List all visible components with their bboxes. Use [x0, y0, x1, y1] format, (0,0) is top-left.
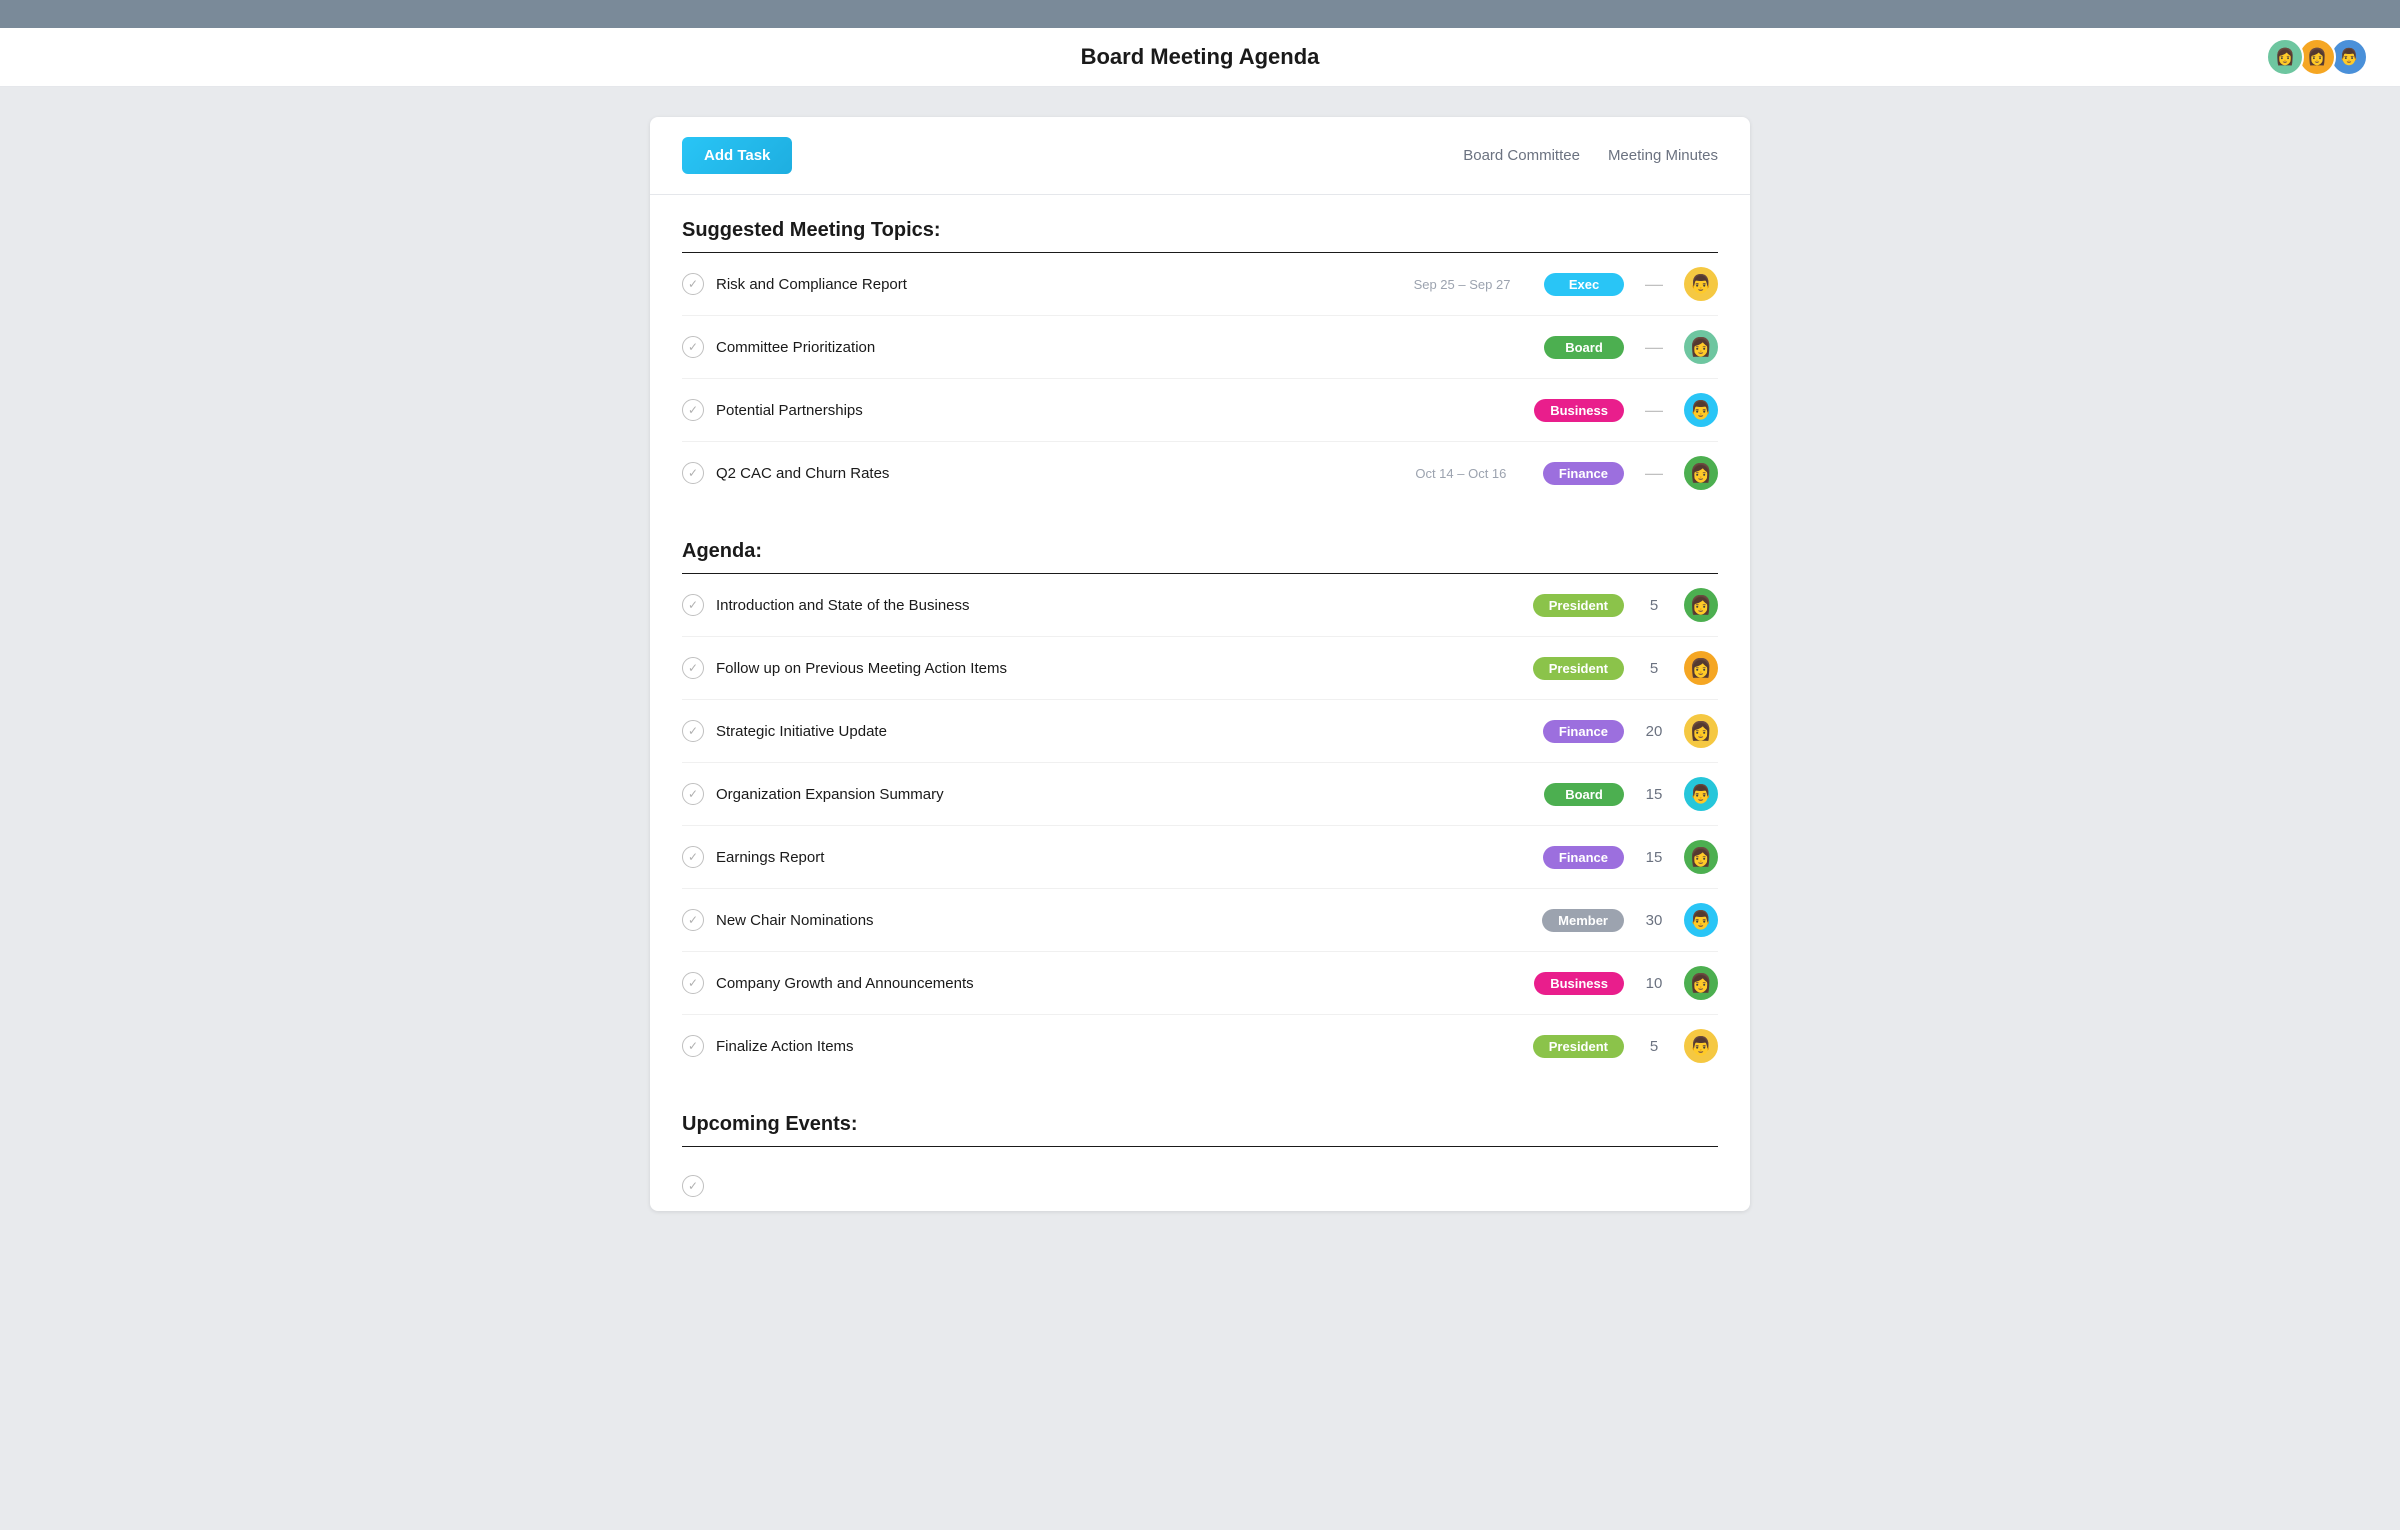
task-name: Risk and Compliance Report	[716, 276, 1380, 293]
task-name: New Chair Nominations	[716, 912, 1378, 929]
task-avatar: 👨	[1684, 1029, 1718, 1063]
task-duration: 15	[1636, 786, 1672, 803]
toolbar-links: Board Committee Meeting Minutes	[1463, 147, 1718, 164]
task-avatar: 👩	[1684, 966, 1718, 1000]
task-name: Company Growth and Announcements	[716, 975, 1370, 992]
agenda-task-row[interactable]: ✓ Finalize Action Items President 5 👨	[682, 1015, 1718, 1077]
task-name: Earnings Report	[716, 849, 1379, 866]
upcoming-section: Upcoming Events: ✓	[650, 1089, 1750, 1211]
suggested-task-row[interactable]: ✓ Committee Prioritization Board — 👩	[682, 316, 1718, 379]
task-avatar: 👩	[1684, 330, 1718, 364]
agenda-task-row[interactable]: ✓ Company Growth and Announcements Busin…	[682, 952, 1718, 1015]
header: Board Meeting Agenda 👩 👩 👨	[0, 28, 2400, 87]
task-tag: Finance	[1543, 462, 1624, 485]
user-avatars: 👩 👩 👨	[2266, 38, 2368, 76]
task-name: Introduction and State of the Business	[716, 597, 1369, 614]
agenda-task-row[interactable]: ✓ Introduction and State of the Business…	[682, 574, 1718, 637]
task-avatar: 👨	[1684, 777, 1718, 811]
task-duration: 5	[1636, 1038, 1672, 1055]
task-tag: President	[1533, 1035, 1624, 1058]
task-check-icon: ✓	[682, 657, 704, 679]
task-check-icon: ✓	[682, 846, 704, 868]
task-check-icon: ✓	[682, 273, 704, 295]
task-dash: —	[1636, 463, 1672, 484]
suggested-task-row[interactable]: ✓ Risk and Compliance Report Sep 25 – Se…	[682, 253, 1718, 316]
avatar-1[interactable]: 👩	[2266, 38, 2304, 76]
task-duration: 10	[1636, 975, 1672, 992]
task-tag: Finance	[1543, 846, 1624, 869]
top-bar	[0, 0, 2400, 28]
task-avatar: 👩	[1684, 588, 1718, 622]
task-dash: —	[1636, 337, 1672, 358]
task-duration: 15	[1636, 849, 1672, 866]
agenda-task-row[interactable]: ✓ Earnings Report Finance 15 👩	[682, 826, 1718, 889]
task-tag: Finance	[1543, 720, 1624, 743]
add-task-button[interactable]: Add Task	[682, 137, 792, 174]
task-check-icon: ✓	[682, 1035, 704, 1057]
task-tag: President	[1533, 594, 1624, 617]
agenda-section-title: Agenda:	[682, 540, 1718, 574]
task-name: Strategic Initiative Update	[716, 723, 1379, 740]
suggested-section: Suggested Meeting Topics:	[650, 195, 1750, 253]
partial-check: ✓	[682, 1175, 704, 1197]
task-avatar: 👨	[1684, 903, 1718, 937]
task-check-icon: ✓	[682, 972, 704, 994]
agenda-task-row[interactable]: ✓ Strategic Initiative Update Finance 20…	[682, 700, 1718, 763]
main-panel: Add Task Board Committee Meeting Minutes…	[650, 117, 1750, 1211]
task-avatar: 👩	[1684, 456, 1718, 490]
task-tag: Exec	[1544, 273, 1624, 296]
task-check-icon: ✓	[682, 462, 704, 484]
task-name: Committee Prioritization	[716, 339, 1380, 356]
task-avatar: 👨	[1684, 267, 1718, 301]
task-check-icon: ✓	[682, 336, 704, 358]
task-name: Finalize Action Items	[716, 1038, 1369, 1055]
task-tag: Business	[1534, 972, 1624, 995]
agenda-task-row[interactable]: ✓ Follow up on Previous Meeting Action I…	[682, 637, 1718, 700]
board-committee-link[interactable]: Board Committee	[1463, 147, 1580, 164]
task-check-icon: ✓	[682, 909, 704, 931]
task-check-icon: ✓	[682, 399, 704, 421]
suggested-task-row[interactable]: ✓ Potential Partnerships Business — 👨	[682, 379, 1718, 442]
task-check-icon: ✓	[682, 720, 704, 742]
task-name: Q2 CAC and Churn Rates	[716, 465, 1379, 482]
task-tag: Board	[1544, 783, 1624, 806]
agenda-section: Agenda:	[650, 516, 1750, 574]
meeting-minutes-link[interactable]: Meeting Minutes	[1608, 147, 1718, 164]
task-duration: 5	[1636, 660, 1672, 677]
agenda-task-row[interactable]: ✓ New Chair Nominations Member 30 👨	[682, 889, 1718, 952]
task-avatar: 👨	[1684, 393, 1718, 427]
task-tag: Business	[1534, 399, 1624, 422]
task-duration: 30	[1636, 912, 1672, 929]
task-date: Sep 25 – Sep 27	[1392, 277, 1532, 292]
agenda-task-row[interactable]: ✓ Organization Expansion Summary Board 1…	[682, 763, 1718, 826]
suggested-task-list: ✓ Risk and Compliance Report Sep 25 – Se…	[650, 253, 1750, 504]
task-avatar: 👩	[1684, 714, 1718, 748]
task-tag: President	[1533, 657, 1624, 680]
task-tag: Board	[1544, 336, 1624, 359]
upcoming-partial: ✓	[682, 1161, 1718, 1211]
task-name: Organization Expansion Summary	[716, 786, 1380, 803]
task-check-icon: ✓	[682, 594, 704, 616]
task-duration: 20	[1636, 723, 1672, 740]
task-date: Oct 14 – Oct 16	[1391, 466, 1531, 481]
toolbar: Add Task Board Committee Meeting Minutes	[650, 117, 1750, 195]
suggested-section-title: Suggested Meeting Topics:	[682, 219, 1718, 253]
task-name: Potential Partnerships	[716, 402, 1370, 419]
task-dash: —	[1636, 400, 1672, 421]
task-name: Follow up on Previous Meeting Action Ite…	[716, 660, 1369, 677]
task-duration: 5	[1636, 597, 1672, 614]
upcoming-section-title: Upcoming Events:	[682, 1113, 1718, 1147]
task-avatar: 👩	[1684, 840, 1718, 874]
agenda-task-list: ✓ Introduction and State of the Business…	[650, 574, 1750, 1077]
page-title: Board Meeting Agenda	[1081, 44, 1320, 70]
suggested-task-row[interactable]: ✓ Q2 CAC and Churn Rates Oct 14 – Oct 16…	[682, 442, 1718, 504]
task-avatar: 👩	[1684, 651, 1718, 685]
task-check-icon: ✓	[682, 783, 704, 805]
task-dash: —	[1636, 274, 1672, 295]
task-tag: Member	[1542, 909, 1624, 932]
